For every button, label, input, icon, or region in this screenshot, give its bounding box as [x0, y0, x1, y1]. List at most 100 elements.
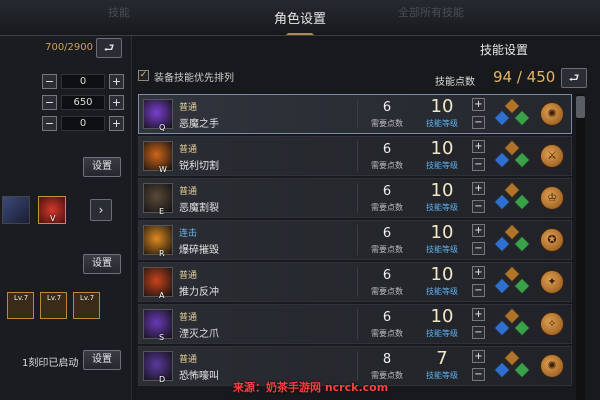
tripod-left-icon[interactable] — [493, 319, 511, 337]
skill-level-label: 技能等级 — [426, 119, 458, 128]
skill-row[interactable]: A 普通 推力反冲 6 需要点数 10 技能等级 + − ✦ — [138, 262, 572, 302]
rune-icon[interactable]: ✦ — [540, 270, 564, 294]
tripod-left-icon[interactable] — [493, 151, 511, 169]
skill-level-label: 技能等级 — [426, 203, 458, 212]
level-up-button[interactable]: + — [472, 308, 485, 321]
stepper-value[interactable]: 650 — [61, 95, 105, 110]
level-down-button[interactable]: − — [472, 158, 485, 171]
skill-type: 普通 — [179, 271, 198, 281]
next-page-button[interactable]: › — [90, 199, 112, 221]
plus-button[interactable]: + — [109, 116, 124, 131]
minus-button[interactable]: − — [42, 74, 57, 89]
skill-slot-v[interactable]: V — [38, 196, 66, 224]
level-up-button[interactable]: + — [472, 98, 485, 111]
need-points-label: 需要点数 — [371, 119, 403, 128]
skill-key: E — [159, 207, 165, 216]
skill-row[interactable]: R 连击 爆碎摧毁 6 需要点数 10 技能等级 + − ✪ — [138, 220, 572, 260]
tripod-right-icon[interactable] — [513, 151, 531, 169]
need-points-label: 需要点数 — [371, 203, 403, 212]
rune-icon[interactable]: ♔ — [540, 186, 564, 210]
skill-name: 爆碎摧毁 — [179, 245, 219, 256]
skill-type: 普通 — [179, 187, 198, 197]
stat-stepper-3[interactable]: − 0 + — [42, 116, 126, 132]
skill-row[interactable]: E 普通 恶魔割裂 6 需要点数 10 技能等级 + − ♔ — [138, 178, 572, 218]
tripod-right-icon[interactable] — [513, 109, 531, 127]
engrave-slot-3[interactable]: Lv.7 — [73, 292, 100, 319]
skill-icon: D — [143, 351, 173, 384]
skill-level: 10 — [430, 138, 454, 159]
reset-points-button[interactable]: ⮐ — [96, 38, 122, 58]
set-button-2[interactable]: 设置 — [83, 254, 121, 274]
level-down-button[interactable]: − — [472, 284, 485, 297]
level-down-button[interactable]: − — [472, 116, 485, 129]
tripod-right-icon[interactable] — [513, 361, 531, 379]
skill-row[interactable]: S 普通 湮灭之爪 6 需要点数 10 技能等级 + − ✧ — [138, 304, 572, 344]
tripod-left-icon[interactable] — [493, 361, 511, 379]
skill-level-label: 技能等级 — [426, 161, 458, 170]
reset-skills-button[interactable]: ⮐ — [561, 68, 587, 88]
set-button-1[interactable]: 设置 — [83, 157, 121, 177]
skill-key: Q — [159, 123, 166, 132]
slot-key-label: V — [50, 214, 56, 223]
minus-button[interactable]: − — [42, 95, 57, 110]
title-ornament — [286, 27, 314, 35]
level-down-button[interactable]: − — [472, 326, 485, 339]
stat-stepper-1[interactable]: − 0 + — [42, 74, 126, 90]
level-down-button[interactable]: − — [472, 200, 485, 213]
skill-icon: S — [143, 309, 173, 342]
scroll-thumb[interactable] — [576, 96, 585, 118]
minus-button[interactable]: − — [42, 116, 57, 131]
stat-stepper-2[interactable]: − 650 + — [42, 95, 126, 111]
rune-icon[interactable]: ✺ — [540, 102, 564, 126]
panel-title: 技能设置 — [479, 43, 528, 57]
rune-icon[interactable]: ✺ — [540, 354, 564, 378]
plus-button[interactable]: + — [109, 95, 124, 110]
tripod-right-icon[interactable] — [513, 193, 531, 211]
need-points: 6 — [382, 268, 392, 283]
tripod-right-icon[interactable] — [513, 277, 531, 295]
engrave-level: Lv.7 — [80, 294, 95, 302]
level-down-button[interactable]: − — [472, 368, 485, 381]
stepper-value[interactable]: 0 — [61, 116, 105, 131]
level-up-button[interactable]: + — [472, 224, 485, 237]
rune-icon[interactable]: ✪ — [540, 228, 564, 252]
need-points: 6 — [382, 142, 392, 157]
skill-row[interactable]: W 普通 锐利切割 6 需要点数 10 技能等级 + − ⚔ — [138, 136, 572, 176]
divider — [357, 351, 358, 381]
stepper-value[interactable]: 0 — [61, 74, 105, 89]
skill-level: 10 — [430, 306, 454, 327]
divider — [357, 141, 358, 171]
undo-arrow-icon: ⮐ — [568, 71, 580, 85]
tripod-left-icon[interactable] — [493, 277, 511, 295]
scrollbar[interactable] — [576, 94, 585, 400]
skill-icon: R — [143, 225, 173, 258]
level-up-button[interactable]: + — [472, 266, 485, 279]
skill-level: 7 — [436, 348, 448, 369]
tripod-left-icon[interactable] — [493, 235, 511, 253]
set-button-3[interactable]: 设置 — [83, 350, 121, 370]
level-up-button[interactable]: + — [472, 182, 485, 195]
skill-settings-panel: 技能设置 ✓ 装备技能优先排列 技能点数 94 / 450 ⮐ Q 普通 恶魔之手 6… — [133, 36, 600, 400]
skill-row[interactable]: Q 普通 恶魔之手 6 需要点数 10 技能等级 + − ✺ — [138, 94, 572, 134]
level-down-button[interactable]: − — [472, 242, 485, 255]
level-up-button[interactable]: + — [472, 350, 485, 363]
skill-slot[interactable] — [2, 196, 30, 224]
tripod-right-icon[interactable] — [513, 319, 531, 337]
priority-checkbox-label: 装备技能优先排列 — [154, 73, 234, 84]
engrave-slot-2[interactable]: Lv.7 — [40, 292, 67, 319]
divider — [357, 183, 358, 213]
skill-type: 普通 — [179, 355, 198, 365]
plus-button[interactable]: + — [109, 74, 124, 89]
tripod-left-icon[interactable] — [493, 193, 511, 211]
tripod-right-icon[interactable] — [513, 235, 531, 253]
tripod-left-icon[interactable] — [493, 109, 511, 127]
need-points: 6 — [382, 226, 392, 241]
rune-icon[interactable]: ⚔ — [540, 144, 564, 168]
engrave-slot-1[interactable]: Lv.7 — [7, 292, 34, 319]
rune-icon[interactable]: ✧ — [540, 312, 564, 336]
skill-type: 普通 — [179, 313, 198, 323]
skill-name: 锐利切割 — [179, 161, 219, 172]
priority-checkbox[interactable]: ✓ — [138, 70, 149, 81]
skill-level: 10 — [430, 222, 454, 243]
level-up-button[interactable]: + — [472, 140, 485, 153]
